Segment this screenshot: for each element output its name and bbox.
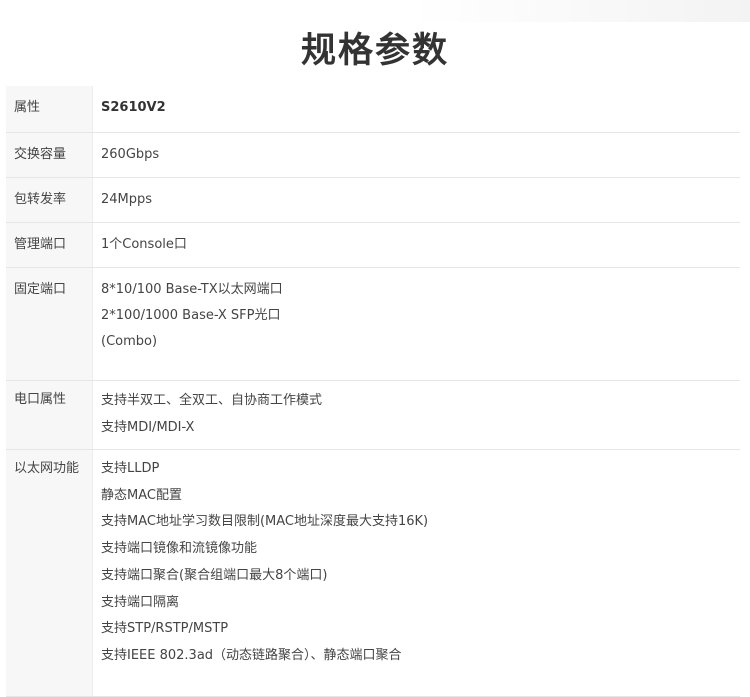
row-value: 24Mpps: [92, 177, 740, 223]
row-value-line: 静态MAC配置: [101, 487, 182, 503]
row-value: 260Gbps: [92, 132, 740, 178]
row-value-line: 支持半双工、全双工、自协商工作模式: [101, 393, 323, 408]
row-label: 电口属性: [6, 380, 93, 450]
table-row: 包转发率 24Mpps: [6, 177, 740, 223]
row-value-line: 支持MAC地址学习数目限制(MAC地址深度最大支持16K): [101, 514, 429, 530]
row-value-line: 支持STP/RSTP/MSTP: [101, 621, 229, 637]
row-value-line: 1个Console口: [101, 237, 187, 252]
table-row: 固定端口 8*10/100 Base-TX以太网端口 2*100/1000 Ba…: [6, 267, 740, 381]
table-row: 管理端口 1个Console口: [6, 222, 740, 268]
row-value-line: 支持MDI/MDI-X: [101, 420, 195, 435]
row-label: 交换容量: [6, 132, 93, 178]
row-value: 支持半双工、全双工、自协商工作模式 支持MDI/MDI-X: [92, 380, 740, 450]
table-row: 交换容量 260Gbps: [6, 132, 740, 178]
row-value-line: 260Gbps: [101, 147, 160, 162]
row-value-line: 2*100/1000 Base-X SFP光口: [101, 308, 281, 323]
row-value: 支持LLDP 静态MAC配置 支持MAC地址学习数目限制(MAC地址深度最大支持…: [92, 449, 740, 697]
table-row: 电口属性 支持半双工、全双工、自协商工作模式 支持MDI/MDI-X: [6, 380, 740, 450]
row-value-line: 支持端口隔离: [101, 594, 180, 610]
row-value-line: (Combo): [101, 334, 158, 349]
row-label: 固定端口: [6, 267, 93, 381]
row-label: 以太网功能: [6, 449, 93, 697]
row-value: 1个Console口: [92, 222, 740, 268]
row-label: 包转发率: [6, 177, 93, 223]
table-row: 以太网功能 支持LLDP 静态MAC配置 支持MAC地址学习数目限制(MAC地址…: [6, 449, 740, 697]
header-model: S2610V2: [92, 86, 740, 133]
row-label: 管理端口: [6, 222, 93, 268]
page-title: 规格参数: [300, 31, 449, 71]
header-label: 属性: [6, 86, 93, 133]
row-value-line: 支持端口镜像和流镜像功能: [101, 541, 258, 557]
row-value-line: 支持LLDP: [101, 461, 160, 476]
row-value-line: 8*10/100 Base-TX以太网端口: [101, 282, 283, 297]
row-value-line: 支持IEEE 802.3ad（动态链路聚合）、静态端口聚合: [101, 647, 402, 663]
spec-table: 属性 S2610V2 交换容量 260Gbps 包转发率 24Mpps 管理端口…: [6, 86, 740, 697]
row-value: 8*10/100 Base-TX以太网端口 2*100/1000 Base-X …: [92, 267, 740, 381]
row-value-line: 24Mpps: [101, 192, 153, 207]
top-banner-strip: [0, 0, 750, 22]
row-value-line: 支持端口聚合(聚合组端口最大8个端口): [101, 567, 328, 583]
table-header-row: 属性 S2610V2: [6, 86, 740, 133]
